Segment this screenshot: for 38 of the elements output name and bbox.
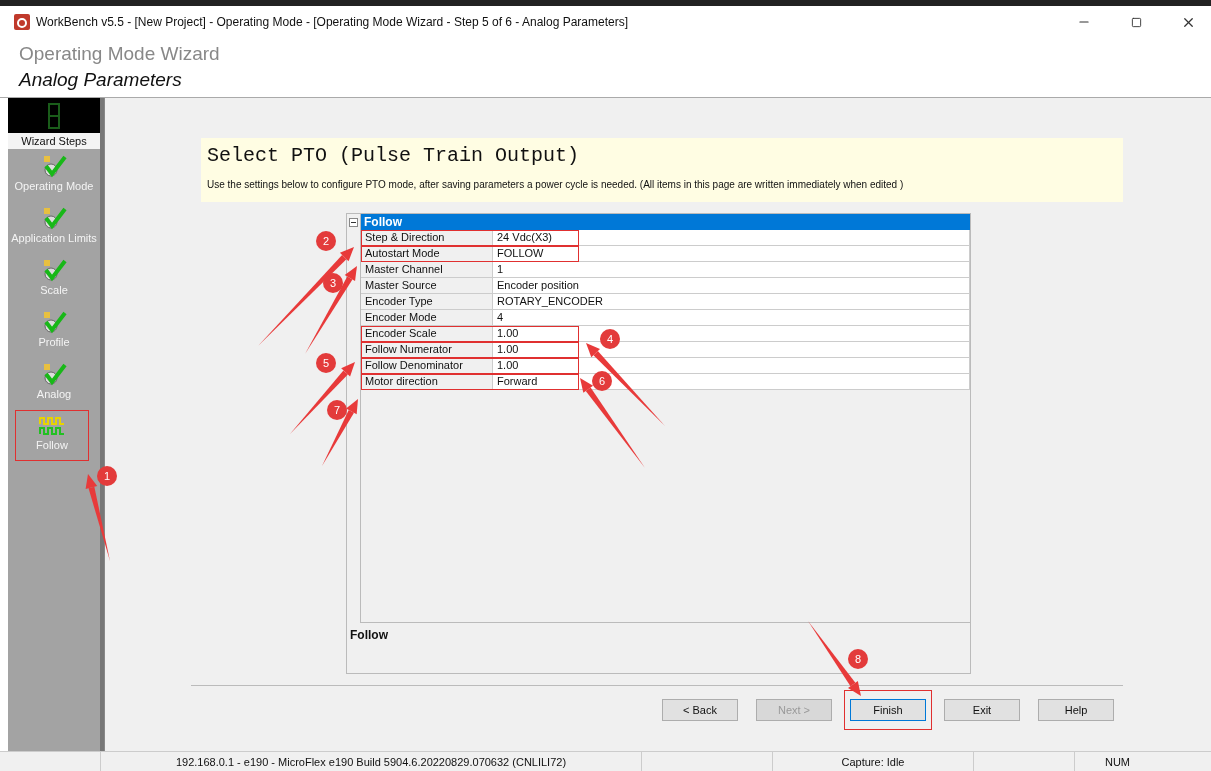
app-logo-icon	[14, 14, 30, 30]
property-value[interactable]: ROTARY_ENCODER	[493, 294, 970, 310]
checkmark-icon	[41, 154, 67, 178]
property-name[interactable]: Encoder Mode	[361, 310, 493, 326]
seven-segment-icon	[47, 102, 61, 129]
collapse-toggle[interactable]	[349, 217, 358, 227]
intro-text: Use the settings below to configure PTO mode, after saving parameters a power cycle is needed. (All items in this page are written immediately when edited )	[207, 179, 905, 190]
wizard-button[interactable]: Help	[1038, 699, 1114, 721]
window-title: WorkBench v5.5 - [New Project] - Operating Mode - [Operating Mode Wizard - Step 5 of 6 - Analog Parameters]	[36, 15, 630, 29]
sidebar-title: Wizard Steps	[8, 133, 100, 149]
intro-title: Select PTO (Pulse Train Output)	[207, 144, 581, 167]
property-value[interactable]: Encoder position	[493, 278, 970, 294]
checkmark-icon	[41, 206, 67, 230]
wizard-button[interactable]: Exit	[944, 699, 1020, 721]
wizard-title: Operating Mode Wizard	[19, 42, 221, 66]
checkmark-icon	[41, 362, 67, 386]
status-text: Capture: Idle	[841, 755, 905, 768]
checkmark-icon	[41, 258, 67, 282]
property-value[interactable]: FOLLOW	[493, 246, 970, 262]
category-header[interactable]: Follow	[361, 214, 970, 230]
checkmark-icon	[41, 310, 67, 334]
step-title: Analog Parameters	[19, 68, 183, 92]
status-text: 192.168.0.1 - e190 - MicroFlex e190 Build 5904.6.20220829.070632 (CNLILI72)	[175, 755, 567, 768]
square-wave-icon	[39, 415, 65, 437]
description-title: Follow	[350, 628, 388, 642]
maximize-icon	[1130, 16, 1142, 28]
property-value[interactable]: 4	[493, 310, 970, 326]
property-value[interactable]: 1.00	[493, 342, 970, 358]
property-value[interactable]: 1	[493, 262, 970, 278]
wizard-button[interactable]: Finish	[850, 699, 926, 721]
status-text: NUM	[1104, 755, 1131, 768]
property-value[interactable]: 1.00	[493, 358, 970, 374]
property-name[interactable]: Master Channel	[361, 262, 493, 278]
wizard-button[interactable]: < Back	[662, 699, 738, 721]
property-value[interactable]: 24 Vdc(X3)	[493, 230, 970, 246]
minus-icon	[351, 221, 356, 223]
property-name[interactable]: Master Source	[361, 278, 493, 294]
property-name[interactable]: Encoder Type	[361, 294, 493, 310]
